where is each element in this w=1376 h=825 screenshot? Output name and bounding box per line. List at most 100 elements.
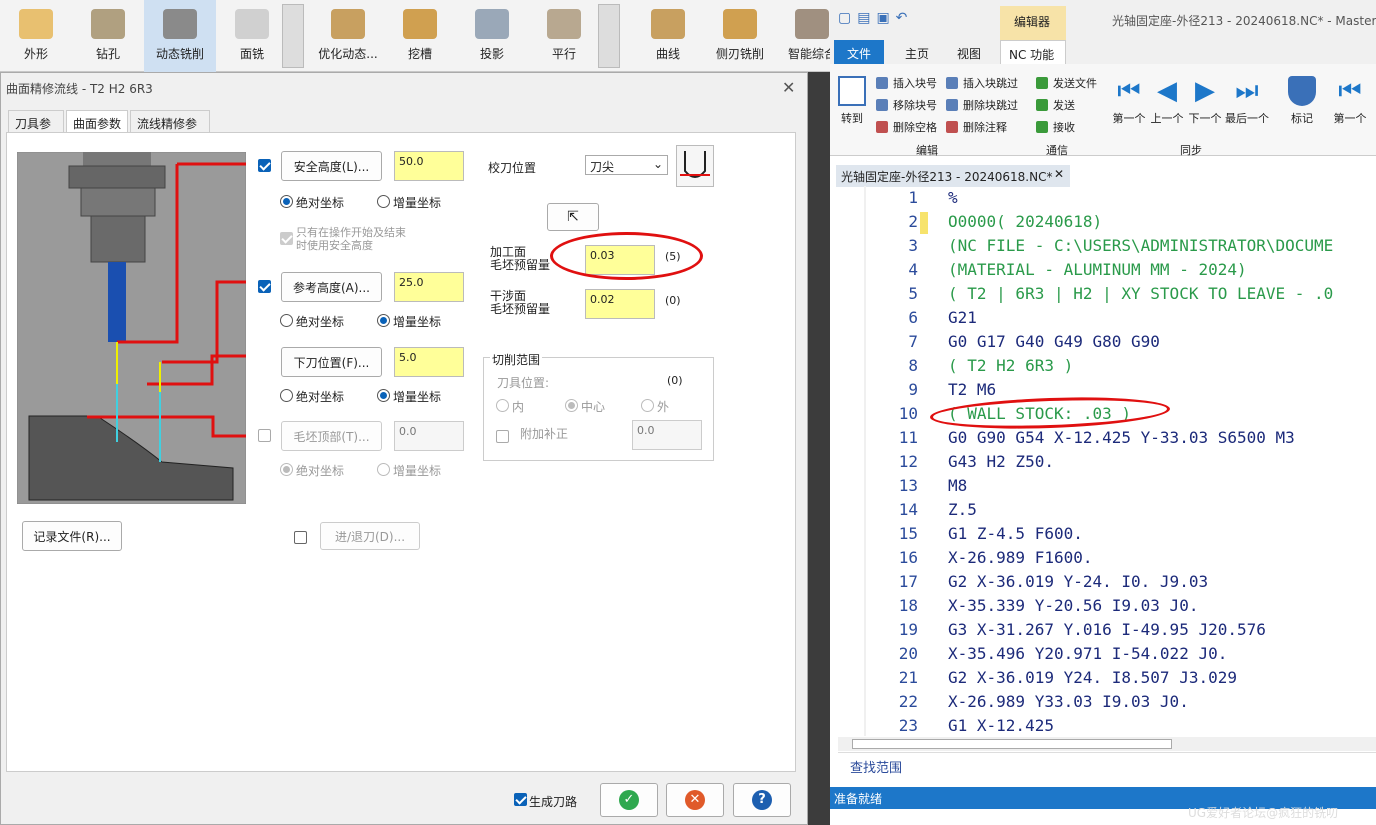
goto-button[interactable]: 转到 <box>830 76 874 126</box>
tool-tip-icon <box>676 145 714 187</box>
check-stock-field[interactable]: 0.02 <box>585 289 655 319</box>
ref-height-button[interactable]: 参考高度(A)... <box>281 272 382 302</box>
safe-height-inc-radio[interactable] <box>377 195 390 208</box>
stock-top-checkbox[interactable] <box>258 429 271 442</box>
swarf-button[interactable]: 侧刃铣削 <box>704 0 776 72</box>
pocket-button[interactable]: 挖槽 <box>384 0 456 72</box>
tab-nc-functions[interactable]: NC 功能 <box>1000 40 1066 64</box>
check-stock-label: 干涉面 毛坯预留量 <box>490 289 551 316</box>
code-line[interactable]: X-35.496 Y20.971 I-54.022 J0. <box>948 644 1227 663</box>
feed-plane-abs-radio[interactable] <box>280 389 293 402</box>
code-line[interactable]: G1 X-12.425 <box>948 716 1054 735</box>
check-surface-count[interactable]: (0) <box>665 294 681 307</box>
code-line[interactable]: X-35.339 Y-20.56 I9.03 J0. <box>948 596 1198 615</box>
code-line[interactable]: M8 <box>948 476 967 495</box>
parallel-button[interactable]: 平行 <box>528 0 600 72</box>
safe-height-field[interactable]: 50.0 <box>394 151 464 181</box>
next-button[interactable]: ▶ 下一个 <box>1183 76 1227 126</box>
first2-button[interactable]: ⏮ 第一个 <box>1328 76 1372 126</box>
tab-tool-params[interactable]: 刀具参数 <box>8 110 64 148</box>
code-line[interactable]: G21 <box>948 308 977 327</box>
opti-dynamic-button[interactable]: 优化动态... <box>312 0 384 72</box>
cancel-button[interactable]: ✕ <box>666 783 724 817</box>
curve-button[interactable]: 曲线 <box>632 0 704 72</box>
delete-comment-button[interactable]: 删除注释 <box>946 119 1007 135</box>
code-line[interactable]: G43 H2 Z50. <box>948 452 1054 471</box>
code-line[interactable]: G2 X-36.019 Y24. I8.507 J3.029 <box>948 668 1237 687</box>
code-line[interactable]: G3 X-31.267 Y.016 I-49.95 J20.576 <box>948 620 1266 639</box>
insert-block-button[interactable]: 插入块号 <box>876 75 937 91</box>
prev-icon: ◀ <box>1157 76 1177 106</box>
ok-button[interactable]: ✓ <box>600 783 658 817</box>
receive-button[interactable]: 接收 <box>1036 119 1075 135</box>
tip-comp-label: 校刀位置 <box>488 161 537 175</box>
inc-coord-label: 增量坐标 <box>393 315 442 329</box>
remove-block-button[interactable]: 移除块号 <box>876 97 937 113</box>
close-icon: ✕ <box>685 790 705 810</box>
last-button[interactable]: ⏭ 最后一个 <box>1225 76 1269 126</box>
feed-plane-button[interactable]: 下刀位置(F)... <box>281 347 382 377</box>
blank-button[interactable]: ⇱ <box>547 203 599 231</box>
quick-access-icons[interactable]: ▢▤▣↶ <box>838 10 913 26</box>
find-range-link[interactable]: 查找范围 <box>850 757 902 776</box>
code-line[interactable]: ( T2 | 6R3 | H2 | XY STOCK TO LEAVE - .0 <box>948 284 1333 303</box>
feed-plane-field[interactable]: 5.0 <box>394 347 464 377</box>
code-line[interactable]: G0 G17 G40 G49 G80 G90 <box>948 332 1160 351</box>
ref-height-field[interactable]: 25.0 <box>394 272 464 302</box>
tab-view[interactable]: 视图 <box>949 40 989 64</box>
gen-toolpath-checkbox[interactable] <box>514 793 527 806</box>
watermark: UG爱好者论坛@疯狂的铣叨 <box>1188 806 1339 820</box>
code-line[interactable]: Z.5 <box>948 500 977 519</box>
insert-skip-button[interactable]: 插入块跳过 <box>946 75 1018 91</box>
center-radio <box>565 399 578 412</box>
code-view[interactable]: 1% 2 O0000( 20240618) 3 (NC FILE - C:\USERS\… <box>838 186 1376 736</box>
code-line[interactable]: ( T2 H2 6R3 ) <box>948 356 1073 375</box>
ref-height-abs-radio[interactable] <box>280 314 293 327</box>
toolbar-scroll-2[interactable] <box>598 4 620 68</box>
send-button[interactable]: 发送 <box>1036 97 1075 113</box>
tab-flowline-params[interactable]: 流线精修参数 <box>130 110 210 148</box>
dynamic-mill-button[interactable]: 动态铣削 <box>144 0 216 72</box>
ref-height-inc-radio[interactable] <box>377 314 390 327</box>
help-button[interactable]: ? <box>733 783 791 817</box>
close-tab-icon[interactable]: ✕ <box>1054 167 1064 181</box>
code-line[interactable]: X-26.989 F1600. <box>948 548 1093 567</box>
code-line[interactable]: T2 M6 <box>948 380 996 399</box>
code-line[interactable]: % <box>948 188 958 207</box>
code-line[interactable]: G0 G90 G54 X-12.425 Y-33.03 S6500 M3 <box>948 428 1295 447</box>
feed-plane-inc-radio[interactable] <box>377 389 390 402</box>
tip-comp-select[interactable]: 刀尖 ⌄ <box>585 155 668 175</box>
stock-top-abs-radio <box>280 463 293 476</box>
tab-home[interactable]: 主页 <box>897 40 937 64</box>
code-line[interactable]: X-26.989 Y33.03 I9.03 J0. <box>948 692 1189 711</box>
lead-in-checkbox[interactable] <box>294 531 307 544</box>
delete-skip-button[interactable]: 删除块跳过 <box>946 97 1018 113</box>
send-icon <box>1036 99 1048 111</box>
ref-height-checkbox[interactable] <box>258 280 271 293</box>
code-line[interactable]: G1 Z-4.5 F600. <box>948 524 1083 543</box>
tab-surface-params[interactable]: 曲面参数 <box>66 110 128 132</box>
code-line[interactable]: O0000( 20240618) <box>948 212 1102 231</box>
delete-space-button[interactable]: 删除空格 <box>876 119 937 135</box>
code-line[interactable]: (MATERIAL - ALUMINUM MM - 2024) <box>948 260 1247 279</box>
send-file-button[interactable]: 发送文件 <box>1036 75 1097 91</box>
contour-button[interactable]: 外形 <box>0 0 72 72</box>
inc-coord-label: 增量坐标 <box>393 464 442 478</box>
receive-icon <box>1036 121 1048 133</box>
record-file-button[interactable]: 记录文件(R)... <box>22 521 122 551</box>
tab-file[interactable]: 文件 <box>834 40 884 64</box>
drill-button[interactable]: 钻孔 <box>72 0 144 72</box>
code-line[interactable]: (NC FILE - C:\USERS\ADMINISTRATOR\DOCUME <box>948 236 1333 255</box>
doc-tab[interactable]: 光轴固定座-外径213 - 20240618.NC* ✕ <box>836 165 1070 187</box>
safe-height-abs-radio[interactable] <box>280 195 293 208</box>
safe-height-checkbox[interactable] <box>258 159 271 172</box>
close-icon[interactable]: ✕ <box>782 78 795 97</box>
safe-height-button[interactable]: 安全高度(L)... <box>281 151 382 181</box>
project-button[interactable]: 投影 <box>456 0 528 72</box>
code-line[interactable]: G2 X-36.019 Y-24. I0. J9.03 <box>948 572 1208 591</box>
face-mill-button[interactable]: 面铣 <box>216 0 288 72</box>
scroll-thumb[interactable] <box>852 739 1172 749</box>
horizontal-scrollbar[interactable] <box>838 737 1376 751</box>
toolbar-scroll-1[interactable] <box>282 4 304 68</box>
mark-button[interactable]: 标记 <box>1280 76 1324 126</box>
